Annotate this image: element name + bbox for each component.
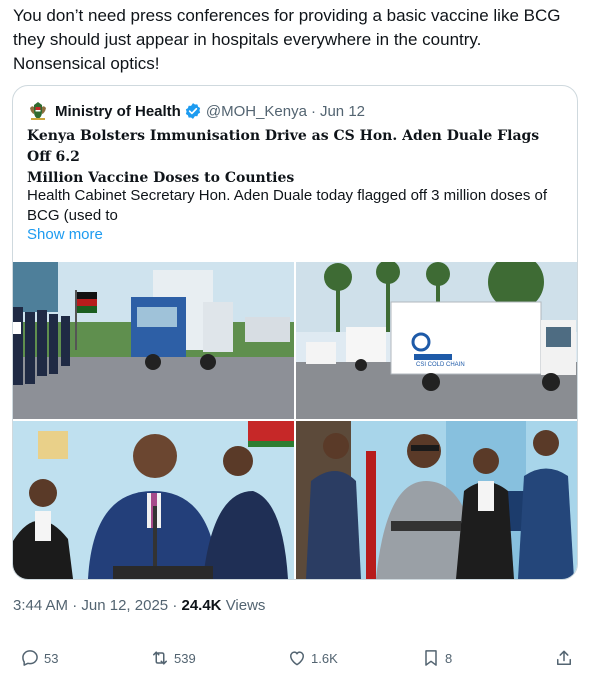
- quote-headline: Kenya Bolsters Immunisation Drive as CS …: [27, 126, 557, 189]
- repost-count: 539: [174, 650, 196, 666]
- tweet-timestamp: 3:44 AM · Jun 12, 2025 · 24.4K Views: [13, 597, 265, 614]
- tweet-time[interactable]: 3:44 AM: [13, 597, 68, 614]
- repost-icon: [153, 651, 167, 665]
- like-button[interactable]: 1.6K: [287, 648, 338, 668]
- verified-badge-icon: [184, 102, 202, 120]
- photo-cold-chain-trucks[interactable]: CSI COLD CHAIN: [296, 262, 577, 419]
- quote-author-name[interactable]: Ministry of Health: [55, 103, 181, 120]
- repost-button[interactable]: 539: [150, 648, 196, 668]
- truck-brand-text: CSI COLD CHAIN: [416, 362, 465, 368]
- body-line: BCG (used to: [27, 207, 118, 224]
- tweet-text-line: they should just appear in hospitals eve…: [13, 30, 482, 49]
- bookmark-count: 8: [445, 650, 453, 666]
- like-icon: [290, 651, 304, 666]
- headline-line: Kenya Bolsters Immunisation Drive as CS …: [27, 128, 540, 165]
- reply-count: 53: [44, 650, 59, 666]
- share-button[interactable]: [554, 648, 578, 668]
- reply-button[interactable]: 53: [20, 648, 58, 668]
- header-separator: ·: [310, 102, 316, 120]
- photo-official-speaking[interactable]: [296, 421, 577, 579]
- show-more-link[interactable]: Show more: [27, 226, 103, 243]
- quote-header: Ministry of Health @MOH_Kenya · Jun 12: [27, 100, 365, 122]
- timestamp-dot: ·: [172, 597, 178, 614]
- tweet-date[interactable]: Jun 12, 2025: [81, 597, 168, 614]
- photo-cs-speaking[interactable]: [13, 421, 294, 579]
- views-count: 24.4K: [181, 597, 222, 614]
- tweet-text-line: You don’t need press conferences for pro…: [13, 6, 561, 25]
- share-icon: [557, 650, 571, 665]
- bookmark-icon: [425, 650, 437, 666]
- coat-of-arms-avatar-icon[interactable]: [27, 100, 49, 122]
- body-line: Health Cabinet Secretary Hon. Aden Duale…: [27, 187, 548, 204]
- quoted-tweet-card[interactable]: Ministry of Health @MOH_Kenya · Jun 12 K…: [12, 85, 578, 580]
- tweet-text: You don’t need press conferences for pro…: [13, 4, 585, 76]
- timestamp-dot: ·: [72, 597, 78, 614]
- quote-date[interactable]: Jun 12: [320, 103, 365, 120]
- like-count: 1.6K: [311, 650, 338, 666]
- tweet-text-line: Nonsensical optics!: [13, 54, 160, 73]
- action-bar: 53 539 1.6K 8: [0, 640, 596, 676]
- views-label: Views: [225, 597, 266, 614]
- bookmark-button[interactable]: 8: [421, 648, 452, 668]
- quote-body: Health Cabinet Secretary Hon. Aden Duale…: [27, 186, 567, 226]
- quote-handle[interactable]: @MOH_Kenya: [206, 103, 307, 120]
- photo-truck-flag-off[interactable]: [13, 262, 294, 419]
- media-grid: CSI COLD CHAIN: [13, 262, 577, 579]
- reply-icon: [22, 650, 38, 666]
